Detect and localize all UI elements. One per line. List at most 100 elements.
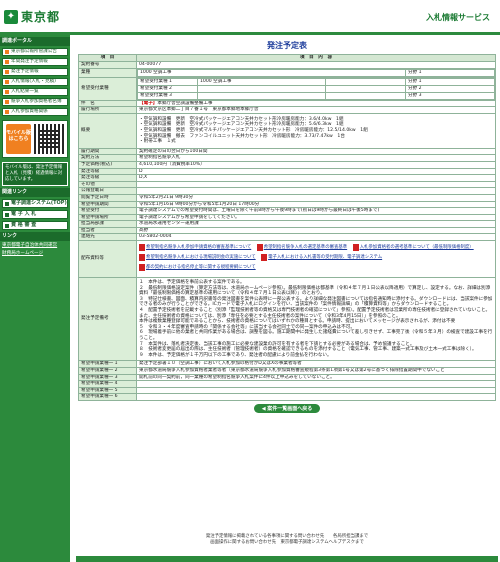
- electronic-tag: 【電子】: [139, 100, 158, 106]
- doc-link[interactable]: 希望制指名競争入札の選定基準の審査基準: [256, 244, 347, 252]
- extra-value-2: 東京都水道局競争入札参加資格者業者等者（東京都水道局競争入札参加資格審査規程第3…: [136, 366, 496, 375]
- sidebar-item-bid-results[interactable]: 入札結果一覧: [2, 88, 68, 96]
- apply-value: 令和5年1月16日 9時00分から令和5年1月20日 17時00分: [136, 200, 496, 209]
- price-value: 4,610,100円（消費税率10%）: [136, 160, 496, 169]
- sidebar-link-e-gov[interactable]: 東京都電子自治体共同運営: [2, 242, 68, 249]
- bullet-icon: [5, 223, 9, 228]
- doc-link[interactable]: 電子入札における入札書等の受付期限、電子調達システム: [261, 254, 382, 262]
- category-value: 1000 空調工事: [137, 69, 406, 77]
- contract-no-label: 契約番号: [78, 61, 137, 69]
- tokyo-logo[interactable]: ✦ 東京都: [4, 8, 60, 25]
- pdf-icon: [352, 244, 359, 252]
- footer: 発注予定情報に掲載されている各事項に関する問い合わせ先 各局所担当課まで 画面操…: [76, 534, 498, 546]
- pdf-icon: [139, 264, 145, 272]
- period-value: 契約確定の日の翌日から100日間: [136, 147, 496, 156]
- doc-link[interactable]: 入札参加資格者の選考基準について（最低制限価格制度）: [352, 244, 474, 252]
- notice-line: ９ 本件は、予定価格が１千万円以下の工事であり、発注者の配慮により前金払を行わな…: [139, 352, 332, 358]
- table-row: 希望申請業種一 2 東京都水道局競争入札参加資格者業者等者（東京都水道局競争入札…: [78, 366, 496, 375]
- order-plan-table: 項 目 項 目 内 容 契約番号 04-00077 業種 1000 空調工事 分…: [78, 54, 496, 401]
- sidebar-item-qualification[interactable]: 入札参加資格関係: [2, 108, 68, 116]
- category-rank: 分野 1: [405, 69, 495, 77]
- sidebar-item-annual-plan[interactable]: 年間発注予定情報: [2, 58, 68, 66]
- docs-label: 配布資料等: [78, 240, 137, 279]
- notice-line: ２ 最低制限価格設定案件（算定方法等は、水道局ホームページ参照）。最低制限価格は…: [139, 285, 491, 297]
- doc-link[interactable]: 都の契約における指名停止等に関する規程要綱について: [139, 264, 256, 272]
- table-row: 希望申請業種一 4: [78, 380, 496, 388]
- table-row: 配布資料等 希望制指名競争入札参加申請資格の審査基準について 希望制指名競争入札…: [78, 240, 496, 279]
- sidebar-link-finance[interactable]: 財務局ホームページ: [2, 250, 68, 257]
- bullet-icon: [5, 80, 9, 84]
- table-row: 契約番号 04-00077: [78, 61, 496, 69]
- desired-name-1: 希望受付業種 1: [137, 78, 198, 86]
- person-label: 担当者: [78, 226, 137, 235]
- notice-line: 本件は複数業種登録可能であることから、技術者の資格についてはいずれかの種目とする…: [139, 319, 456, 325]
- desired-rank-1: 分野 1: [405, 78, 495, 86]
- period-label: 履行期間: [78, 147, 137, 156]
- pub-date-value: [136, 187, 496, 195]
- extra-label-3: 希望申請業種一 3: [78, 373, 137, 382]
- bullet-icon: [5, 70, 9, 74]
- doc-link[interactable]: 希望制指名競争入札における現場説明会の実施について: [139, 254, 256, 262]
- mobile-promo: モバイル版はこちら: [2, 120, 68, 158]
- sidebar-links-head: 関連リンク: [0, 188, 70, 197]
- pdf-icon: [261, 254, 268, 262]
- extra-value-5: [136, 386, 496, 395]
- table-row: その他: [78, 180, 496, 189]
- table-header-row: 項 目 項 目 内 容: [78, 54, 496, 62]
- doc-link[interactable]: 希望制指名競争入札参加申請資格の審査基準について: [139, 244, 251, 252]
- footer-bar: [76, 556, 498, 562]
- notice-line: ３ 特記仕様書、図面、積算内訳書等の発注図書を案件公表時に一部公表する。より詳細…: [139, 296, 493, 308]
- apply-label: 希望申請期間: [78, 200, 137, 209]
- summary-label: 概要: [78, 112, 137, 149]
- back-to-list-button[interactable]: ◀ 案件一覧画面へ戻る: [253, 403, 321, 413]
- table-row: 希望申請業種一 6: [78, 393, 496, 401]
- logo-text: 東京都: [21, 10, 61, 24]
- extra-value-4: [136, 380, 496, 388]
- sidebar-item-order-plan[interactable]: 発注予定情報: [2, 68, 68, 76]
- site-header: ✦ 東京都 入札情報サービス: [0, 0, 500, 32]
- location-value: 東京都文京区本郷二丁目７番１号 東京都本郷地本郷庁舎: [136, 106, 496, 114]
- extra-label-2: 希望申請業種一 2: [78, 366, 137, 375]
- rank2-label: 発注等級: [78, 174, 137, 182]
- contact-value: 03-5802-0004: [136, 233, 496, 242]
- desired-value-2: [197, 84, 326, 93]
- dept-label: 担当局部課: [78, 220, 137, 228]
- table-row: 希望申請業種一 1 発注予定部署１０（空調工事）において入札参加の格付がD又はX…: [78, 360, 496, 368]
- table-row: 件 名 【電子】本郷庁舎空調設備整備工事: [78, 99, 496, 108]
- app-site-label: 希望申請場所: [78, 213, 137, 222]
- sidebar-link-e-procurement[interactable]: 電子調達システム(TOP): [2, 199, 68, 208]
- service-title: 入札情報サービス: [426, 13, 490, 22]
- extra-label-4: 希望申請業種一 4: [78, 380, 137, 388]
- sidebar-link-e-bidding[interactable]: 電 子 入 札: [2, 210, 68, 219]
- extra-value-6: [136, 393, 496, 401]
- extra-label-5: 希望申請業種一 5: [78, 386, 137, 395]
- mobile-version-button[interactable]: モバイル版はこちら: [6, 124, 31, 154]
- col-header-item: 項 目: [78, 54, 137, 62]
- sidebar-links-head-2: リンク: [0, 232, 70, 241]
- col-header-content: 項 目 内 容: [136, 54, 496, 62]
- price-label: 予定価格(税込): [78, 160, 137, 169]
- table-row: 希望申請業種一 3 開札前の同一契約前，同一業種の希望制指名競争入札案件に4件以…: [78, 373, 496, 382]
- sidebar-menu-head: 調達ポータル: [0, 37, 70, 46]
- sidebar-item-bid-info[interactable]: 入札情報(入札・見積): [2, 78, 68, 86]
- table-row: 概要 ・空気調和設備 更新 空冷式パッケージエアコン天井カセット形冷房暖房能力：…: [78, 112, 496, 149]
- method-value: 希望制指名競争入札: [136, 154, 496, 162]
- mobile-note: モバイル版は、発注予定情報と入札（見積）経過情報に対応しています。: [2, 162, 68, 186]
- bullet-icon: [5, 50, 9, 54]
- desired-label: 希望受付業種: [78, 76, 137, 101]
- bullet-icon: [5, 110, 9, 114]
- table-row: 公報登載日: [78, 187, 496, 195]
- person-value: 髙野: [136, 226, 496, 235]
- rank-label: 発注等級: [78, 167, 137, 176]
- bullet-icon: [5, 60, 9, 64]
- extra-label-6: 希望申請業種一 6: [78, 393, 137, 401]
- desired-value-3: [197, 91, 326, 100]
- method-label: 契約方法: [78, 154, 137, 162]
- notice-line: ６ 現場着手前に他の業者と共同作業がある場合は、調整を図る。施工期間中に発生した…: [139, 330, 493, 341]
- sidebar-item-qualified-list[interactable]: 競争入札参加資格者名簿: [2, 98, 68, 106]
- desired-value-1: 1000 空調工事: [197, 78, 326, 86]
- sidebar-link-qualification[interactable]: 資 格 審 査: [2, 221, 68, 230]
- apply-method-label: 希望受付: [78, 207, 137, 215]
- contact-label: 連絡先: [78, 233, 137, 242]
- sidebar-item-public-notice[interactable]: 東京都公報所管課公告: [2, 48, 68, 56]
